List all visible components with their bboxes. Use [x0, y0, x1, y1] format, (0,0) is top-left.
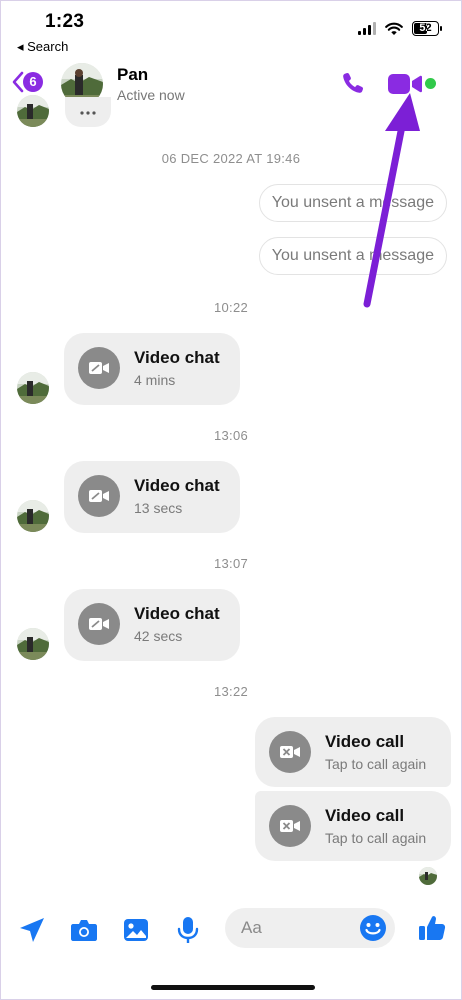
- unsent-message[interactable]: You unsent a message: [258, 184, 447, 222]
- message-composer: Aa: [1, 901, 461, 961]
- bubble-duration: 42 secs: [134, 628, 183, 644]
- online-indicator: [425, 78, 436, 89]
- bubble-title: Video chat: [134, 604, 220, 623]
- contact-avatar: [17, 372, 49, 404]
- contact-status: Active now: [117, 87, 185, 103]
- bubble-title: Video chat: [134, 348, 220, 367]
- seen-receipt-avatar: [419, 867, 437, 885]
- bubble-title: Video call: [325, 806, 405, 825]
- video-chat-bubble[interactable]: Video chat 4 mins: [64, 333, 240, 405]
- bubble-title: Video call: [325, 732, 405, 751]
- video-chat-bubble[interactable]: Video chat 13 secs: [64, 461, 240, 533]
- timestamp: 13:06: [213, 428, 249, 443]
- contact-avatar: [17, 628, 49, 660]
- wifi-icon: [385, 22, 403, 35]
- contact-avatar: [17, 95, 49, 127]
- video-call-bubble[interactable]: Video call Tap to call again: [255, 791, 451, 861]
- status-icons: 52: [358, 21, 442, 36]
- timestamp: 13:22: [213, 684, 249, 699]
- timestamp: 06 DEC 2022 AT 19:46: [161, 151, 301, 166]
- video-call-missed-icon: [78, 475, 120, 517]
- send-location-icon[interactable]: [17, 915, 47, 945]
- status-time: 1:23: [45, 11, 85, 32]
- bubble-duration: 4 mins: [134, 372, 176, 388]
- battery-level: 52: [419, 22, 432, 34]
- previous-message-bubble[interactable]: [65, 97, 111, 127]
- contact-name[interactable]: Pan: [117, 65, 148, 85]
- bubble-title: Video chat: [134, 476, 220, 495]
- video-call-missed-icon: [78, 603, 120, 645]
- gallery-icon[interactable]: [121, 915, 151, 945]
- video-call-ended-icon: [269, 805, 311, 847]
- home-indicator: [151, 985, 315, 990]
- back-to-search-link[interactable]: ◂ Search: [17, 39, 68, 55]
- unsent-message[interactable]: You unsent a message: [258, 237, 447, 275]
- back-button[interactable]: 6: [11, 71, 43, 93]
- bubble-duration: 13 secs: [134, 500, 183, 516]
- timestamp: 10:22: [213, 300, 249, 315]
- phone-icon[interactable]: [339, 69, 367, 97]
- contact-avatar: [17, 500, 49, 532]
- video-call-ended-icon: [269, 731, 311, 773]
- unread-badge: 6: [23, 72, 43, 92]
- microphone-icon[interactable]: [173, 915, 203, 945]
- cellular-signal-icon: [358, 22, 376, 35]
- messenger-chat-screen: 1:23 ◂ Search 52 6 Pan Active now 06 DEC…: [0, 0, 462, 1000]
- call-again-hint: Tap to call again: [325, 830, 427, 846]
- video-camera-icon[interactable]: [387, 71, 423, 97]
- call-again-hint: Tap to call again: [325, 756, 427, 772]
- message-input[interactable]: Aa: [225, 908, 395, 948]
- timestamp: 13:07: [213, 556, 249, 571]
- message-input-placeholder: Aa: [241, 918, 262, 937]
- battery-icon: 52: [412, 21, 442, 36]
- video-chat-bubble[interactable]: Video chat 42 secs: [64, 589, 240, 661]
- video-call-bubble[interactable]: Video call Tap to call again: [255, 717, 451, 787]
- emoji-icon[interactable]: [359, 914, 387, 942]
- thumbs-up-icon[interactable]: [417, 913, 447, 943]
- camera-icon[interactable]: [69, 915, 99, 945]
- video-call-missed-icon: [78, 347, 120, 389]
